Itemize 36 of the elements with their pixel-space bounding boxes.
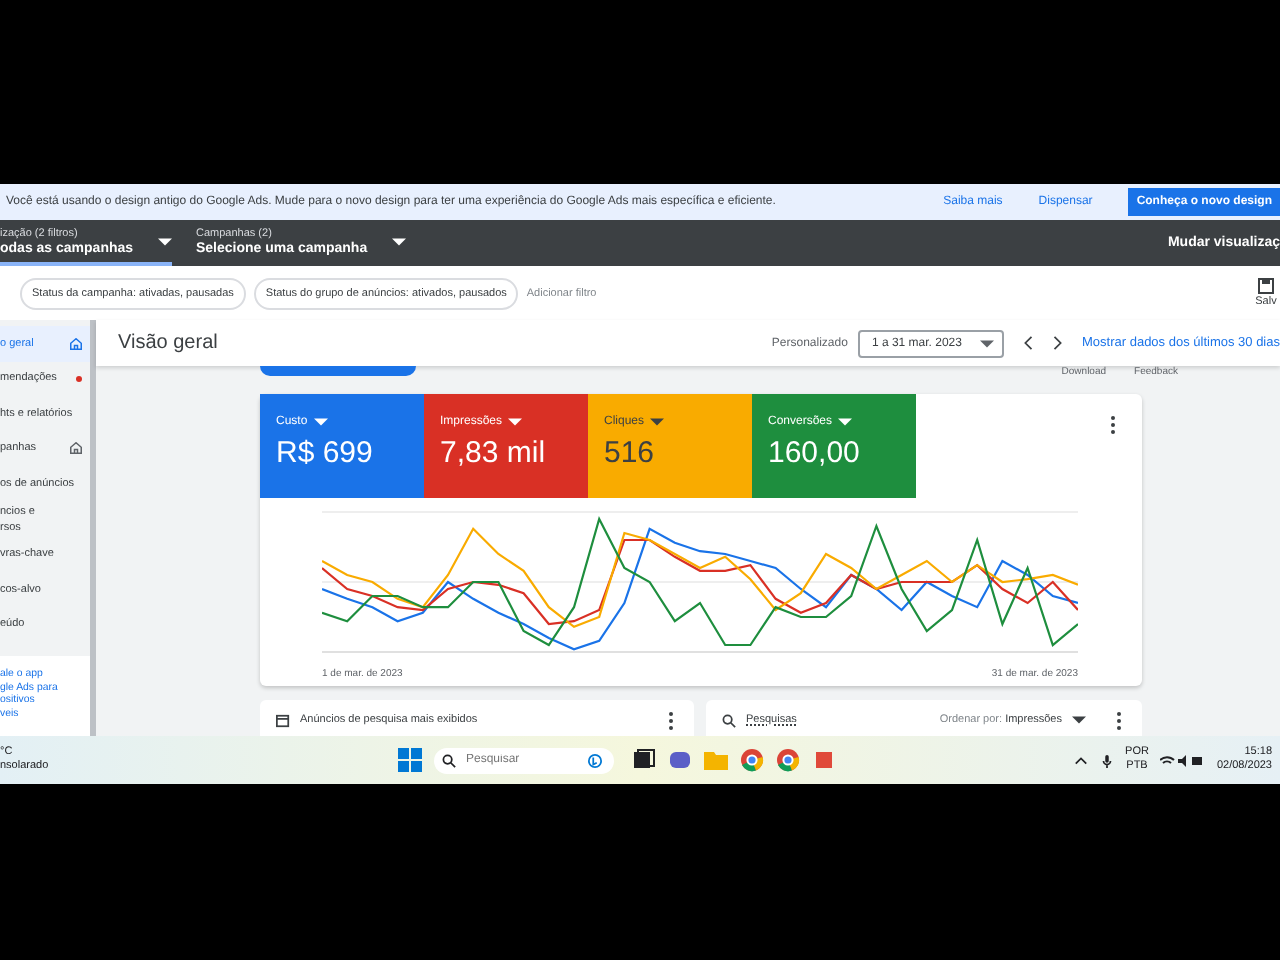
- caret-icon: [980, 339, 994, 347]
- browser-icon[interactable]: [740, 748, 764, 772]
- page-title: Visão geral: [118, 332, 218, 354]
- alert-dot-icon: [76, 375, 82, 382]
- scrollbar-thumb[interactable]: [90, 320, 96, 736]
- system-tray-icons[interactable]: [1160, 753, 1205, 767]
- caret-icon: [508, 418, 523, 426]
- caret-icon: [650, 418, 665, 426]
- chevron-up-icon[interactable]: [1073, 753, 1088, 767]
- browser-icon[interactable]: [776, 748, 800, 772]
- ad-window-icon: [276, 713, 290, 727]
- more-icon[interactable]: [1116, 711, 1122, 729]
- previous-icon[interactable]: [1022, 336, 1034, 350]
- caret-icon: [313, 418, 328, 426]
- microphone-icon[interactable]: [1099, 753, 1114, 767]
- button-edge[interactable]: [260, 366, 416, 376]
- metric-value: R$ 699: [276, 436, 375, 470]
- search-icon: [722, 713, 736, 727]
- caret-icon: [391, 237, 406, 245]
- save-icon: [1258, 278, 1274, 294]
- metric-value: 516: [604, 436, 657, 470]
- start-icon[interactable]: [398, 748, 422, 772]
- caret-icon: [838, 418, 853, 426]
- chat-icon[interactable]: [668, 748, 692, 772]
- more-icon[interactable]: [668, 711, 674, 729]
- home-icon: [70, 442, 82, 455]
- task-view-icon[interactable]: [632, 748, 656, 772]
- caret-icon: [157, 237, 172, 245]
- metric-value: 160,00: [768, 436, 862, 470]
- more-icon[interactable]: [1110, 416, 1116, 434]
- home-icon: [70, 337, 82, 350]
- metric-value: 7,83 mil: [440, 436, 548, 470]
- app-icon[interactable]: [812, 748, 836, 772]
- search-icon: [442, 753, 456, 767]
- next-icon[interactable]: [1052, 336, 1064, 350]
- caret-icon: [1072, 716, 1086, 724]
